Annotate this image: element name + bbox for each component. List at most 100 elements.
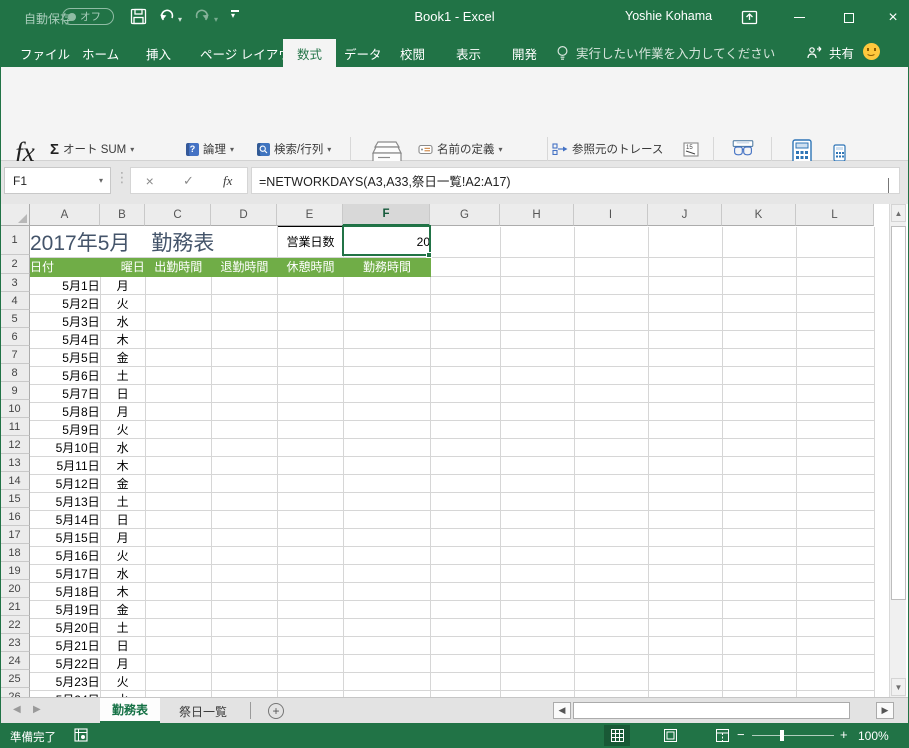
cell[interactable] [278, 438, 344, 456]
row-header[interactable]: 21 [0, 598, 30, 616]
date-cell[interactable]: 5月22日 [30, 654, 100, 672]
minimize-button[interactable] [778, 0, 820, 35]
cell[interactable] [344, 654, 431, 672]
cell[interactable] [278, 672, 344, 690]
sheet-tab-saijitsu[interactable]: 祭日一覧 [167, 698, 239, 724]
normal-view-button[interactable] [604, 725, 630, 746]
zoom-slider-track[interactable] [752, 735, 834, 736]
cell[interactable] [649, 366, 723, 384]
zoom-in-button[interactable]: + [840, 727, 848, 742]
tab-insert[interactable]: 挿入 [132, 39, 185, 67]
cell[interactable] [211, 420, 277, 438]
cell[interactable] [431, 384, 501, 402]
cell[interactable] [723, 384, 797, 402]
cell[interactable] [649, 510, 723, 528]
cell[interactable] [797, 384, 875, 402]
cell[interactable] [344, 294, 431, 312]
cell[interactable] [211, 276, 277, 294]
cell[interactable] [278, 348, 344, 366]
cell[interactable] [575, 690, 649, 697]
cell[interactable] [723, 582, 797, 600]
cell[interactable] [211, 474, 277, 492]
cell[interactable] [278, 276, 344, 294]
cell[interactable] [344, 618, 431, 636]
tab-view[interactable]: 表示 [442, 39, 495, 67]
cell[interactable] [649, 474, 723, 492]
cell[interactable] [431, 510, 501, 528]
cell[interactable] [501, 636, 575, 654]
cell[interactable] [344, 330, 431, 348]
cell[interactable] [431, 438, 501, 456]
cell-e2[interactable]: 休憩時間 [278, 257, 344, 276]
cell[interactable] [145, 402, 211, 420]
maximize-button[interactable] [828, 0, 870, 35]
cell[interactable] [575, 257, 649, 276]
cell[interactable] [575, 456, 649, 474]
cell[interactable] [723, 654, 797, 672]
weekday-cell[interactable]: 金 [100, 348, 145, 366]
cell[interactable] [501, 546, 575, 564]
cell[interactable] [211, 510, 277, 528]
cell[interactable] [575, 582, 649, 600]
cell[interactable] [431, 492, 501, 510]
cell[interactable] [431, 474, 501, 492]
logical-button[interactable]: ? 論理▾ [186, 139, 234, 159]
cell[interactable] [501, 582, 575, 600]
cell[interactable] [278, 384, 344, 402]
cell[interactable] [575, 438, 649, 456]
close-button[interactable]: × [872, 0, 909, 35]
cell[interactable] [649, 384, 723, 402]
cell[interactable] [501, 402, 575, 420]
cell[interactable] [575, 384, 649, 402]
cell[interactable] [723, 672, 797, 690]
date-cell[interactable]: 5月16日 [30, 546, 100, 564]
redo-button[interactable] [194, 9, 211, 29]
row-header[interactable]: 9 [0, 382, 30, 400]
cell[interactable] [145, 474, 211, 492]
cell[interactable] [278, 366, 344, 384]
cell[interactable] [649, 528, 723, 546]
cell[interactable] [431, 690, 501, 697]
cell[interactable] [278, 636, 344, 654]
weekday-cell[interactable]: 火 [100, 294, 145, 312]
row-header[interactable]: 6 [0, 328, 30, 346]
cell[interactable] [797, 564, 875, 582]
cell[interactable] [501, 492, 575, 510]
row-header[interactable]: 19 [0, 562, 30, 580]
cell[interactable] [145, 420, 211, 438]
cell[interactable] [797, 690, 875, 697]
page-break-view-button[interactable] [709, 725, 735, 746]
row-header[interactable]: 3 [0, 274, 30, 292]
cell[interactable] [278, 654, 344, 672]
cell[interactable] [344, 348, 431, 366]
cell[interactable] [649, 294, 723, 312]
cell[interactable] [575, 420, 649, 438]
cell[interactable] [278, 294, 344, 312]
cell[interactable] [211, 546, 277, 564]
cell[interactable] [145, 312, 211, 330]
cell[interactable] [431, 294, 501, 312]
cell[interactable] [344, 582, 431, 600]
cell[interactable] [723, 618, 797, 636]
column-header-h[interactable]: H [500, 204, 574, 226]
date-cell[interactable]: 5月14日 [30, 510, 100, 528]
sheet-nav-right-icon[interactable]: ▶ [33, 704, 41, 715]
lookup-button[interactable]: 検索/行列▾ [257, 139, 331, 159]
date-cell[interactable]: 5月7日 [30, 384, 100, 402]
cell[interactable] [797, 600, 875, 618]
customize-qat-button[interactable]: ▾ [231, 10, 239, 20]
row-header[interactable]: 1 [0, 226, 30, 255]
cell[interactable] [501, 510, 575, 528]
column-header-j[interactable]: J [648, 204, 722, 226]
cell[interactable] [575, 474, 649, 492]
date-cell[interactable]: 5月10日 [30, 438, 100, 456]
cell[interactable] [649, 672, 723, 690]
cell[interactable] [431, 618, 501, 636]
hscroll-left-button[interactable]: ◀ [553, 702, 571, 719]
cell[interactable] [649, 564, 723, 582]
cell[interactable] [723, 600, 797, 618]
cell[interactable] [211, 366, 277, 384]
weekday-cell[interactable]: 火 [100, 546, 145, 564]
cell[interactable] [278, 618, 344, 636]
cell[interactable] [344, 420, 431, 438]
